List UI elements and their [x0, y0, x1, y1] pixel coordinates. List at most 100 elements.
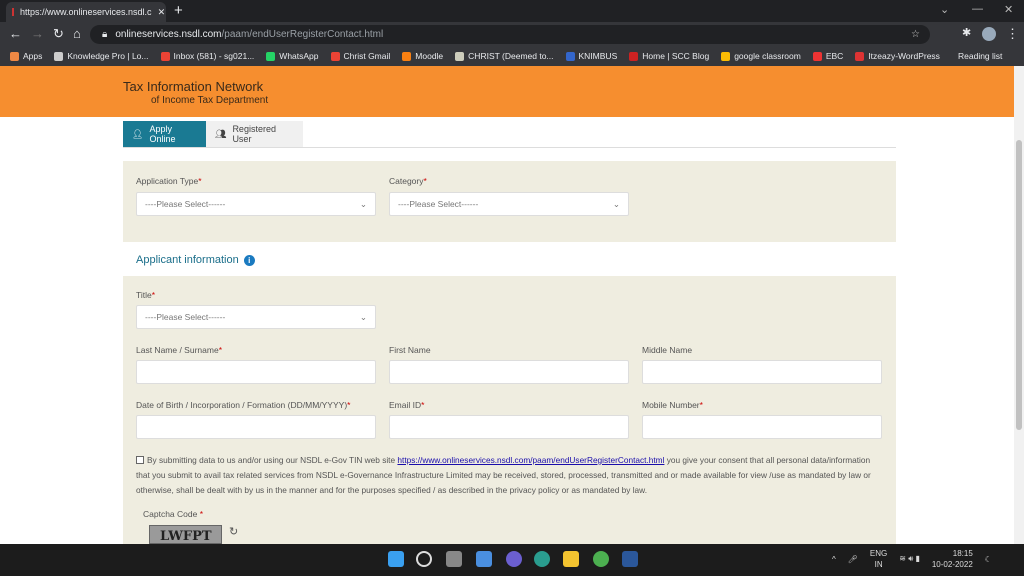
url-host: onlineservices.nsdl.com	[115, 29, 222, 40]
chrome-icon[interactable]	[593, 551, 609, 567]
bookmark-item[interactable]: CHRIST (Deemed to...	[455, 51, 554, 61]
microphone-icon[interactable]: 🎤︎	[848, 555, 858, 564]
clock[interactable]: 18:15 10-02-2022	[932, 548, 973, 570]
tab-title: https://www.onlineservices.nsdl.c	[20, 7, 152, 17]
bookmark-label: Moodle	[415, 51, 444, 61]
system-tray: ^ 🎤︎ ENG IN ≋ 🔊︎ ▮ 18:15 10-02-2022 ☾	[832, 548, 992, 570]
new-tab-button[interactable]: +	[174, 2, 183, 19]
bookmark-favicon-icon	[402, 51, 412, 61]
dob-label: Date of Birth / Incorporation / Formatio…	[136, 400, 351, 410]
bookmark-favicon-icon	[54, 51, 64, 61]
email-label: Email ID*	[389, 400, 425, 410]
reading-list-button[interactable]: Reading list	[958, 51, 1002, 61]
widgets-icon[interactable]	[476, 551, 492, 567]
info-icon[interactable]: i	[243, 254, 255, 266]
chevron-down-icon: ⌄	[359, 198, 367, 209]
edge-icon[interactable]	[534, 551, 550, 567]
bookmark-item[interactable]: Home | SCC Blog	[629, 51, 709, 61]
close-tab-icon[interactable]: ✕	[158, 7, 166, 18]
bookmark-item[interactable]: Knowledge Pro | Lo...	[54, 51, 149, 61]
consent-text: By submitting data to us and/or using ou…	[136, 455, 871, 495]
extensions-icon[interactable]: ✱	[962, 26, 971, 39]
bookmark-favicon-icon	[721, 51, 731, 61]
browser-tab[interactable]: https://www.onlineservices.nsdl.c ✕	[6, 2, 166, 22]
bookmark-label: google classroom	[734, 51, 801, 61]
bookmark-item[interactable]: Itzeazy-WordPress	[855, 51, 940, 61]
tab-registered-user[interactable]: 👥︎ Registered User	[206, 121, 303, 147]
task-view-icon[interactable]	[446, 551, 462, 567]
bookmark-item[interactable]: Moodle	[402, 51, 443, 61]
bookmark-favicon-icon	[629, 51, 639, 61]
middle-name-input[interactable]	[642, 360, 882, 384]
bookmark-item[interactable]: WhatsApp	[266, 51, 319, 61]
back-icon[interactable]: ←	[9, 26, 22, 41]
bookmark-label: Christ Gmail	[343, 51, 391, 61]
tab-search-icon[interactable]: ⌄	[940, 3, 949, 16]
last-name-label: Last Name / Surname*	[136, 345, 222, 355]
bookmark-label: CHRIST (Deemed to...	[468, 51, 554, 61]
home-icon[interactable]: ⌂	[73, 26, 81, 41]
bookmark-item[interactable]: Inbox (581) - sg021...	[160, 51, 254, 61]
bookmark-star-icon[interactable]: ☆	[911, 29, 920, 40]
last-name-input[interactable]	[136, 360, 376, 384]
scrollbar-thumb[interactable]	[1016, 140, 1022, 430]
bookmark-favicon-icon	[266, 51, 276, 61]
menu-icon[interactable]: ⋮	[1006, 26, 1019, 42]
bookmark-favicon-icon	[160, 51, 170, 61]
bookmark-label: Home | SCC Blog	[642, 51, 710, 61]
consent-checkbox[interactable]	[136, 456, 144, 464]
notifications-icon[interactable]: ☾	[985, 555, 992, 564]
lock-icon: 🔒︎	[102, 29, 108, 40]
bookmark-favicon-icon	[330, 51, 340, 61]
reload-icon[interactable]: ↻	[53, 26, 64, 42]
middle-name-label: Middle Name	[642, 345, 693, 355]
title-select[interactable]: ----Please Select------ ⌄	[136, 305, 376, 329]
chevron-down-icon: ⌄	[359, 311, 367, 322]
site-subtitle: of Income Tax Department	[151, 95, 269, 106]
chevron-up-icon[interactable]: ^	[832, 555, 836, 564]
title-label: Title*	[136, 290, 156, 300]
category-label: Category*	[389, 176, 427, 186]
bookmark-item[interactable]: EBC	[812, 51, 843, 61]
user-group-icon: 👥︎	[215, 128, 227, 139]
bookmark-item[interactable]: KNIMBUS	[565, 51, 618, 61]
application-type-select[interactable]: ----Please Select------ ⌄	[136, 192, 376, 216]
email-input[interactable]	[389, 415, 629, 439]
captcha-label: Captcha Code *	[143, 509, 204, 519]
word-icon[interactable]	[622, 551, 638, 567]
language-indicator[interactable]: ENG IN	[870, 548, 887, 570]
wifi-icon[interactable]: ≋ 🔊︎ ▮	[899, 554, 920, 564]
tab-apply-online[interactable]: 👤︎ Apply Online	[123, 121, 206, 147]
category-select[interactable]: ----Please Select------ ⌄	[389, 192, 629, 216]
dob-input[interactable]	[136, 415, 376, 439]
divider	[123, 147, 896, 148]
bookmark-favicon-icon	[10, 51, 19, 61]
bookmark-favicon-icon	[812, 51, 822, 61]
site-title[interactable]: Tax Information Network	[123, 79, 263, 94]
tab-label: Registered User	[232, 124, 276, 144]
bookmark-favicon-icon	[565, 51, 575, 61]
application-type-label: Application Type*	[136, 176, 202, 186]
search-icon[interactable]	[416, 551, 432, 567]
start-icon[interactable]	[388, 551, 404, 567]
consent-link[interactable]: https://www.onlineservices.nsdl.com/paam…	[397, 455, 664, 465]
url-path: /paam/endUserRegisterContact.html	[221, 29, 384, 40]
bookmarks-bar: Apps Knowledge Pro | Lo... Inbox (581) - s…	[0, 46, 1024, 66]
minimize-button[interactable]: —	[972, 3, 983, 15]
bookmark-label: KNIMBUS	[578, 51, 618, 61]
teams-chat-icon[interactable]	[506, 551, 522, 567]
refresh-captcha-icon[interactable]: ↻	[229, 525, 238, 538]
bookmark-item[interactable]: google classroom	[721, 51, 801, 61]
bookmark-item[interactable]: Christ Gmail	[330, 51, 391, 61]
file-explorer-icon[interactable]	[563, 551, 579, 567]
address-bar[interactable]: 🔒︎ onlineservices.nsdl.com/paam/endUserRe…	[90, 25, 930, 44]
tab-label: Apply Online	[149, 124, 176, 144]
bookmark-item[interactable]: Apps	[10, 51, 42, 61]
profile-avatar[interactable]	[982, 27, 996, 41]
close-window-button[interactable]: ✕	[1004, 3, 1013, 16]
mobile-input[interactable]	[642, 415, 882, 439]
bookmark-label: Itzeazy-WordPress	[868, 51, 940, 61]
first-name-input[interactable]	[389, 360, 629, 384]
bookmark-favicon-icon	[855, 51, 865, 61]
forward-icon[interactable]: →	[31, 26, 44, 41]
